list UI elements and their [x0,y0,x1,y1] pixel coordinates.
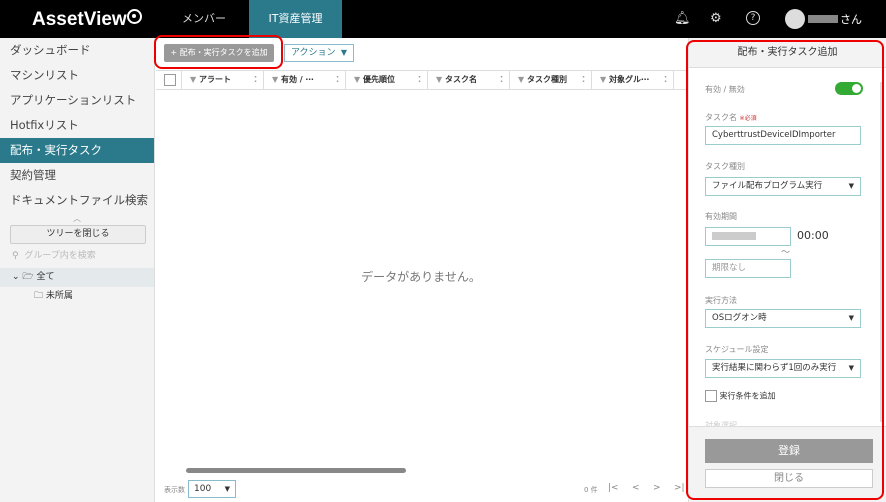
chevron-down-icon: ⌄ [12,272,20,282]
group-search-placeholder: グループ内を検索 [24,251,96,261]
tab-members[interactable]: メンバー [160,0,248,38]
first-page-icon[interactable]: |< [608,483,619,493]
column-label: 優先順位 [362,75,395,84]
column-task-name[interactable]: ▼ タスク名 ⁚ [428,71,510,89]
user-suffix: さん [840,13,862,26]
tab-it-assets[interactable]: IT資産管理 [249,0,342,38]
highlight-annotation [154,35,283,69]
sidebar-item-hotfix[interactable]: Hotfixリスト [0,113,154,138]
highlight-annotation [686,40,884,500]
sort-icon[interactable]: ⁚ [664,71,667,89]
search-icon: ⚲ [12,251,19,261]
column-task-type[interactable]: ▼ タスク種別 ⁚ [510,71,592,89]
group-search-input[interactable]: ⚲ グループ内を検索 [0,244,154,268]
filter-icon: ▼ [272,75,279,84]
avatar[interactable] [785,9,805,29]
empty-message: データがありません。 [361,270,481,284]
caret-down-icon: ▼ [224,485,230,493]
main-content: + 配布・実行タスクを追加 アクション ▼ ▼ アラート ⁚ ▼ 有効 / ⋯ ⁚ … [154,35,686,502]
gear-icon[interactable]: ⚙ [710,11,722,26]
tree-node-unassigned[interactable]: 🗀 未所属 [0,287,154,306]
page-size-value: 100 [194,484,212,494]
table-header: ▼ アラート ⁚ ▼ 有効 / ⋯ ⁚ ▼ 優先順位 ⁚ ▼ タスク名 ⁚ ▼ タスク種… [156,70,686,90]
filter-icon: ▼ [190,75,197,84]
filter-icon: ▼ [518,75,525,84]
sidebar-item-machines[interactable]: マシンリスト [0,63,154,88]
column-label: 対象グル⋯ [608,75,649,84]
record-count: 0 件 [584,486,598,494]
close-tree-button[interactable]: ツリーを閉じる [10,225,146,244]
tree-node-label: 未所属 [45,291,73,301]
sidebar-item-distribution-tasks[interactable]: 配布・実行タスク [0,138,154,163]
next-page-icon[interactable]: > [653,483,661,493]
sidebar-item-contracts[interactable]: 契約管理 [0,163,154,188]
sidebar-item-document-search[interactable]: ドキュメントファイル検索 [0,188,154,213]
filter-icon: ▼ [354,75,361,84]
sort-icon[interactable]: ⁚ [254,71,257,89]
logo-text: AssetView [32,9,127,30]
action-dropdown[interactable]: アクション ▼ [284,44,354,62]
column-target-group[interactable]: ▼ 対象グル⋯ ⁚ [592,71,674,89]
table-footer: 表示数 100 ▼ 0 件 |< < > >| [156,478,686,502]
sort-icon[interactable]: ⁚ [582,71,585,89]
sidebar-item-applications[interactable]: アプリケーションリスト [0,88,154,113]
collapse-caret-icon[interactable]: ︿ [0,213,154,225]
column-enabled[interactable]: ▼ 有効 / ⋯ ⁚ [264,71,346,89]
prev-page-icon[interactable]: < [632,483,640,493]
caret-down-icon: ▼ [340,48,347,57]
sort-icon[interactable]: ⁚ [500,71,503,89]
top-bar: AssetView メンバー IT資産管理 🔔︎ ⚙ ? さん [0,0,886,38]
column-priority[interactable]: ▼ 優先順位 ⁚ [346,71,428,89]
last-page-icon[interactable]: >| [674,483,685,493]
folder-open-icon: 🗁 [22,272,34,282]
tree-node-label: 全て [36,272,55,282]
filter-icon: ▼ [436,75,443,84]
filter-icon: ▼ [600,75,607,84]
sidebar: ダッシュボード マシンリスト アプリケーションリスト Hotfixリスト 配布・… [0,38,155,502]
logo-mark-icon [126,9,142,24]
column-alert[interactable]: ▼ アラート ⁚ [182,71,264,89]
tree-node-all[interactable]: ⌄ 🗁 全て [0,268,154,287]
page-size-label: 表示数 [164,486,185,494]
help-icon[interactable]: ? [746,11,760,25]
user-name-redacted [808,15,838,23]
bell-icon[interactable]: 🔔︎ [674,11,691,26]
sort-icon[interactable]: ⁚ [336,71,339,89]
column-label: タスク名 [444,75,477,84]
logo[interactable]: AssetView [32,9,142,31]
folder-icon: 🗀 [34,291,44,301]
horizontal-scrollbar[interactable] [186,468,406,473]
select-all-checkbox[interactable] [164,74,176,86]
column-label: アラート [198,75,231,84]
action-label: アクション [291,48,336,58]
page-size-select[interactable]: 100 ▼ [188,480,236,498]
sidebar-item-dashboard[interactable]: ダッシュボード [0,38,154,63]
sort-icon[interactable]: ⁚ [418,71,421,89]
column-label: タスク種別 [526,75,567,84]
column-label: 有効 / ⋯ [280,75,314,84]
